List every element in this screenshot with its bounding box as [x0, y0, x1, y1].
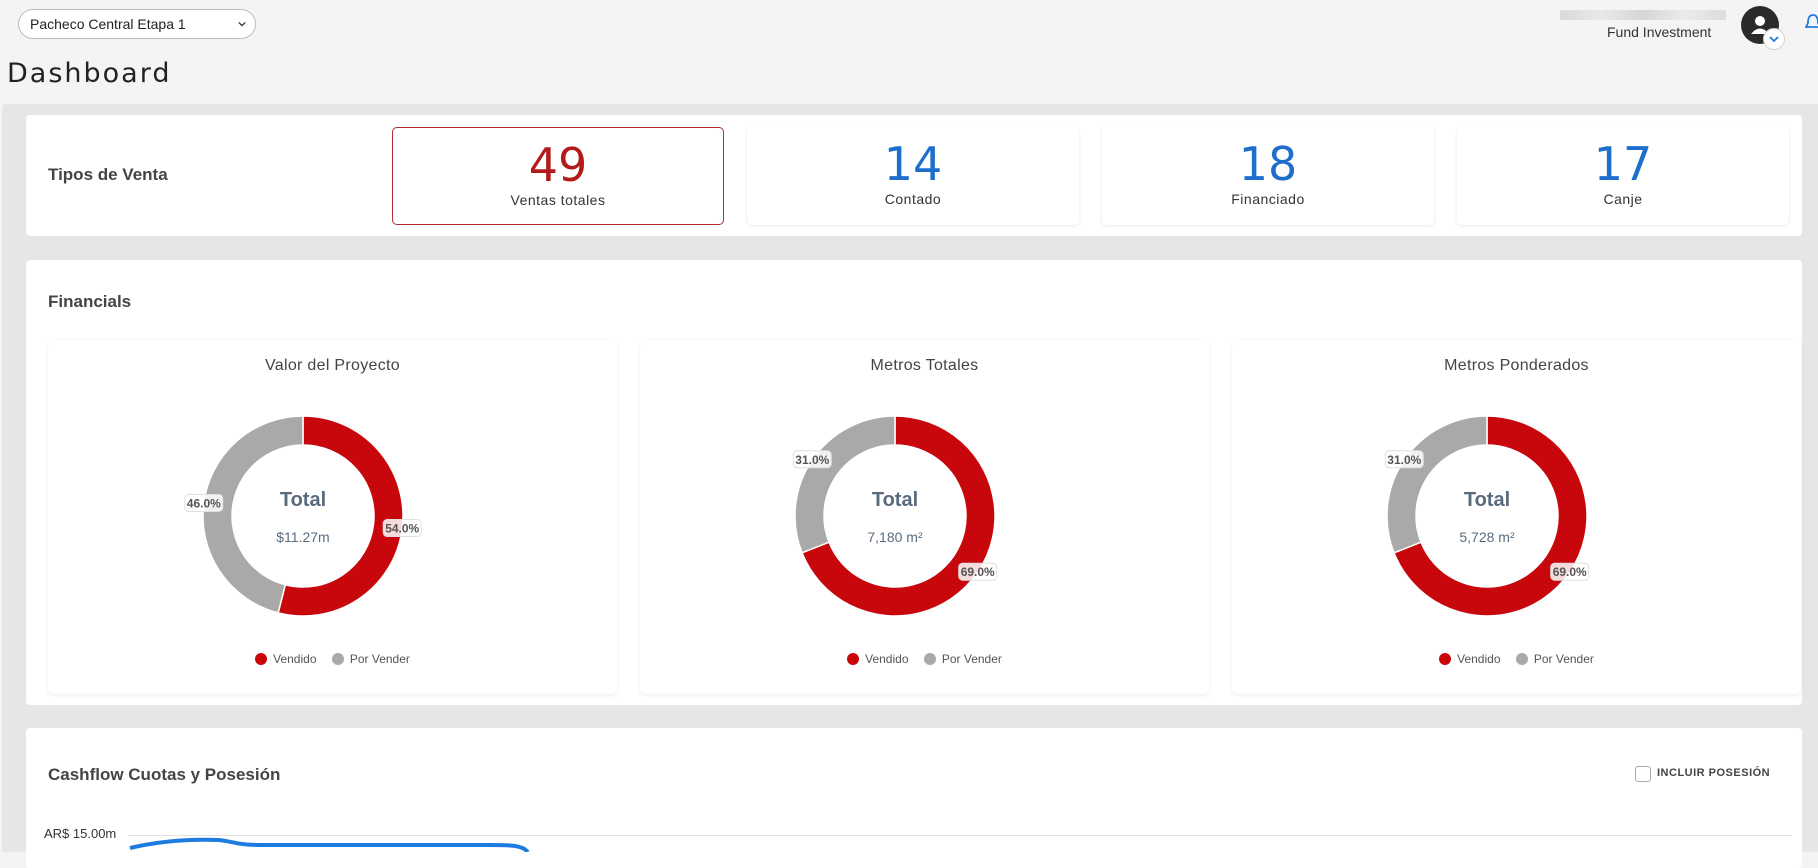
- legend-label: Por Vender: [941, 652, 1002, 666]
- legend-item-por-vender[interactable]: Por Vender: [923, 652, 1002, 666]
- legend-dot-icon: [1439, 653, 1452, 665]
- cashflow-line-chart: [129, 837, 530, 852]
- legend-dot-icon: [1515, 653, 1528, 665]
- donut-chart: 69.0% 31.0% Total 7,180 m²: [792, 415, 998, 617]
- donut-chart: 54.0% 46.0% Total $11.27m: [184, 415, 422, 617]
- stat-value: 18: [1238, 137, 1298, 191]
- legend-label: Vendido: [1457, 652, 1501, 666]
- donut-center-value: 7,180 m²: [867, 529, 923, 545]
- donut-data-label: 46.0%: [184, 493, 224, 512]
- legend-label: Vendido: [865, 652, 909, 666]
- legend-dot-icon: [847, 653, 860, 665]
- donut-slice-por-vender[interactable]: [202, 415, 304, 614]
- stat-contado[interactable]: 14 Contado: [747, 127, 1079, 225]
- svg-text:31.0%: 31.0%: [795, 453, 829, 467]
- stat-label: Ventas totales: [510, 192, 606, 208]
- chart-card-valor-proyecto: Valor del Proyecto 54.0% 46.0% Total $11.27…: [48, 340, 617, 694]
- donut-chart: 69.0% 31.0% Total 5,728 m²: [1384, 415, 1590, 617]
- cashflow-series-line: [129, 837, 530, 852]
- donut-center-value: $11.27m: [276, 529, 329, 545]
- chevron-down-icon: [238, 21, 246, 27]
- donut-slice-vendido[interactable]: [277, 415, 404, 617]
- legend-item-por-vender[interactable]: Por Vender: [1515, 652, 1594, 666]
- legend-label: Por Vender: [1533, 652, 1594, 666]
- donut-data-label: 31.0%: [792, 450, 832, 469]
- legend-dot-icon: [255, 653, 268, 665]
- legend-item-vendido[interactable]: Vendido: [847, 652, 909, 666]
- donut-center-label: Total: [1464, 489, 1510, 511]
- svg-text:69.0%: 69.0%: [1553, 565, 1587, 579]
- donut-data-label: 69.0%: [958, 562, 998, 581]
- stat-label: Canje: [1603, 191, 1643, 207]
- cashflow-title: Cashflow Cuotas y Posesión: [48, 765, 281, 784]
- page-title: Dashboard: [7, 58, 172, 89]
- chart-legend: Vendido Por Vender: [1232, 652, 1801, 666]
- legend-item-vendido[interactable]: Vendido: [1439, 652, 1501, 666]
- legend-dot-icon: [923, 653, 936, 665]
- sales-types-title: Tipos de Venta: [48, 165, 168, 184]
- bell-icon[interactable]: [1805, 13, 1818, 33]
- include-posesion-checkbox[interactable]: [1635, 766, 1651, 782]
- legend-item-vendido[interactable]: Vendido: [255, 652, 317, 666]
- stat-value: 17: [1593, 137, 1653, 191]
- project-select-value: Pacheco Central Etapa 1: [30, 16, 186, 32]
- donut-center-value: 5,728 m²: [1459, 529, 1515, 545]
- stat-value: 49: [528, 138, 588, 192]
- donut-data-label: 31.0%: [1384, 450, 1424, 469]
- donut-center-label: Total: [872, 489, 918, 511]
- chevron-down-icon: [1769, 36, 1779, 43]
- financials-title: Financials: [48, 292, 132, 311]
- chart-legend: Vendido Por Vender: [640, 652, 1209, 666]
- chart-legend: Vendido Por Vender: [48, 652, 617, 666]
- donut-center-label: Total: [280, 489, 326, 511]
- stat-label: Contado: [884, 191, 942, 207]
- stat-financiado[interactable]: 18 Financiado: [1102, 127, 1434, 225]
- chart-card-metros-totales: Metros Totales 69.0% 31.0% Total 7,180 m² V…: [640, 340, 1209, 694]
- user-menu-chevron[interactable]: [1763, 28, 1785, 50]
- project-select[interactable]: Pacheco Central Etapa 1: [18, 9, 256, 39]
- legend-label: Por Vender: [349, 652, 410, 666]
- svg-text:46.0%: 46.0%: [187, 496, 221, 510]
- legend-item-por-vender[interactable]: Por Vender: [331, 652, 410, 666]
- svg-text:31.0%: 31.0%: [1387, 453, 1421, 467]
- user-role: Fund Investment: [1607, 24, 1712, 40]
- chart-card-metros-ponderados: Metros Ponderados 69.0% 31.0% Total 5,728 m…: [1232, 340, 1801, 694]
- donut-data-label: 69.0%: [1550, 562, 1590, 581]
- stat-canje[interactable]: 17 Canje: [1457, 127, 1789, 225]
- legend-dot-icon: [331, 653, 344, 665]
- top-bar: [0, 0, 1818, 104]
- include-posesion-label[interactable]: INCLUIR POSESIÓN: [1657, 767, 1770, 779]
- svg-text:54.0%: 54.0%: [385, 522, 419, 536]
- stat-label: Financiado: [1231, 191, 1305, 207]
- user-name-redacted: [1560, 10, 1726, 20]
- svg-text:69.0%: 69.0%: [961, 565, 995, 579]
- donut-data-label: 54.0%: [382, 519, 422, 538]
- legend-label: Vendido: [273, 652, 317, 666]
- stat-value: 14: [883, 137, 943, 191]
- stat-ventas-totales[interactable]: 49 Ventas totales: [392, 127, 724, 225]
